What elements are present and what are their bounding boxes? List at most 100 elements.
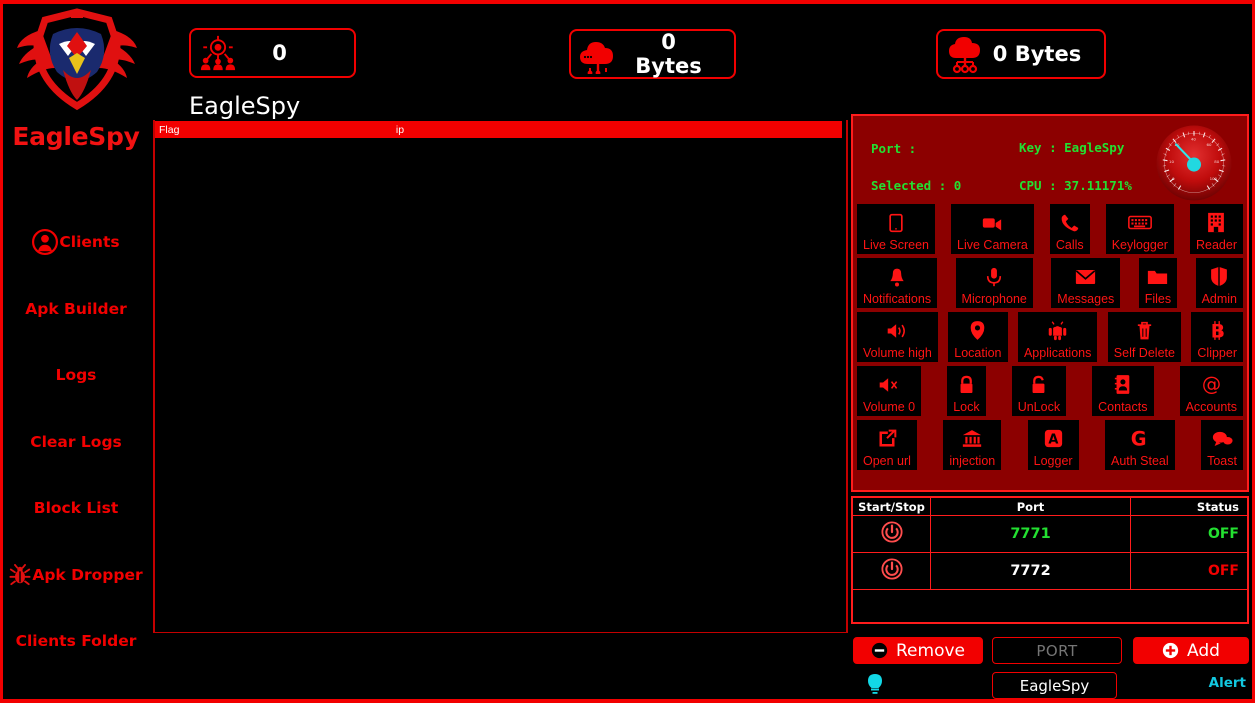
add-label: Add: [1187, 640, 1220, 661]
action-unlock[interactable]: UnLock: [1011, 366, 1067, 416]
bug-icon: [9, 563, 31, 586]
user-circle-icon: [32, 229, 59, 256]
svg-text:40: 40: [1191, 136, 1196, 141]
action-toast[interactable]: Toast: [1201, 420, 1243, 470]
sidebar-item-block-list[interactable]: Block List: [3, 475, 149, 542]
trash-icon: [1136, 315, 1153, 346]
sidebar-item-label: Clients Folder: [15, 632, 137, 651]
port-table-header: Start/Stop Port Status: [853, 498, 1247, 516]
action-applications[interactable]: Applications: [1017, 312, 1098, 362]
client-name-input[interactable]: [992, 672, 1117, 699]
volume-mute-icon: [878, 369, 900, 400]
android-icon: [1047, 315, 1068, 346]
action-contacts[interactable]: Contacts: [1092, 366, 1154, 416]
action-label: Open url: [863, 454, 911, 468]
action-reader[interactable]: Reader: [1189, 204, 1243, 254]
action-self-delete[interactable]: Self Delete: [1107, 312, 1181, 362]
action-label: Live Camera: [957, 238, 1028, 252]
logger-a-icon: A: [1044, 423, 1063, 454]
table-row[interactable]: 7772 OFF: [853, 553, 1247, 590]
bitcoin-icon: B: [1209, 315, 1226, 346]
action-auth-steal[interactable]: G Auth Steal: [1104, 420, 1175, 470]
google-g-icon: G: [1129, 423, 1150, 454]
shield-icon: [1210, 261, 1228, 292]
sidebar-item-apk-dropper[interactable]: Apk Dropper: [3, 542, 149, 609]
action-open-url[interactable]: Open url: [857, 420, 917, 470]
action-label: Messages: [1057, 292, 1115, 306]
port-power-toggle[interactable]: [853, 553, 931, 589]
action-microphone[interactable]: Microphone: [955, 258, 1033, 308]
cloud-upload-icon: [938, 34, 992, 74]
action-keylogger[interactable]: Keylogger: [1105, 204, 1174, 254]
action-location[interactable]: Location: [948, 312, 1008, 362]
sidebar-item-support[interactable]: Support: [3, 675, 149, 703]
phone-icon: [1060, 207, 1080, 238]
map-pin-icon: [969, 315, 986, 346]
sidebar-item-apk-builder[interactable]: Apk Builder: [3, 276, 149, 343]
envelope-icon: [1075, 261, 1096, 292]
action-messages[interactable]: Messages: [1051, 258, 1121, 308]
action-label: Self Delete: [1113, 346, 1175, 360]
action-label: Volume 0: [863, 400, 916, 414]
action-label: Logger: [1033, 454, 1073, 468]
brand-title: EagleSpy: [12, 122, 140, 151]
page-title: EagleSpy: [189, 92, 301, 120]
sidebar-item-clients-folder[interactable]: Clients Folder: [3, 608, 149, 675]
stat-value: 0: [272, 41, 287, 65]
action-row-1: Live Screen Live Camera Calls Keylogger …: [857, 204, 1243, 254]
panel-key-label: Key : EagleSpy: [1019, 140, 1125, 155]
status-badge: OFF: [1207, 526, 1239, 542]
action-accounts[interactable]: @ Accounts: [1179, 366, 1243, 416]
action-row-5: Open url injection A Logger G Auth Steal…: [857, 420, 1243, 470]
action-label: Lock: [953, 400, 980, 414]
sidebar-item-label: Support: [41, 699, 111, 703]
action-label: Toast: [1207, 454, 1237, 468]
alert-link[interactable]: Alert: [1209, 675, 1246, 691]
sidebar-nav: Clients Apk Builder Logs Clear Logs Bloc…: [3, 209, 149, 703]
eaglespy-window: EagleSpy Clients Apk Builder Logs Clear …: [0, 0, 1255, 703]
lightbulb-icon[interactable]: [864, 673, 886, 697]
column-header-ip: ip: [395, 123, 405, 136]
sidebar-item-clear-logs[interactable]: Clear Logs: [3, 409, 149, 476]
svg-text:100: 100: [1210, 176, 1218, 181]
svg-text:B: B: [1210, 321, 1224, 341]
sidebar-item-label: Block List: [33, 499, 119, 518]
remove-button[interactable]: Remove: [853, 637, 983, 664]
minus-circle-icon: [871, 642, 888, 659]
action-volume-zero[interactable]: Volume 0: [857, 366, 922, 416]
volume-high-icon: [886, 315, 908, 346]
action-admin[interactable]: Admin: [1195, 258, 1243, 308]
sidebar-item-logs[interactable]: Logs: [3, 342, 149, 409]
port-power-toggle[interactable]: [853, 516, 931, 552]
add-button[interactable]: Add: [1133, 637, 1249, 664]
action-files[interactable]: Files: [1138, 258, 1178, 308]
lock-icon: [958, 369, 975, 400]
action-row-2: Notifications Microphone Messages Files …: [857, 258, 1243, 308]
panel-selected-label: Selected : 0: [871, 178, 962, 193]
action-notifications[interactable]: Notifications: [857, 258, 938, 308]
sidebar-item-clients[interactable]: Clients: [3, 209, 149, 276]
panel-cpu-label: CPU : 37.11171%: [1019, 178, 1132, 193]
bell-icon: [887, 261, 907, 292]
action-calls[interactable]: Calls: [1049, 204, 1090, 254]
table-row[interactable]: 7771 OFF: [853, 516, 1247, 553]
action-injection[interactable]: injection: [943, 420, 1002, 470]
external-link-icon: [877, 423, 897, 454]
video-camera-icon: [981, 207, 1003, 238]
building-icon: [1206, 207, 1226, 238]
panel-info: Port : Key : EagleSpy Selected : 0 CPU :…: [853, 116, 1247, 204]
port-input[interactable]: [992, 637, 1122, 664]
action-label: Microphone: [961, 292, 1027, 306]
action-volume-high[interactable]: Volume high: [857, 312, 938, 362]
microphone-icon: [984, 261, 1004, 292]
action-logger[interactable]: A Logger: [1027, 420, 1079, 470]
content-bottom-divider: [153, 632, 848, 633]
action-label: UnLock: [1017, 400, 1061, 414]
action-lock[interactable]: Lock: [947, 366, 986, 416]
svg-text:@: @: [1202, 374, 1221, 395]
sidebar-item-label: Apk Builder: [25, 299, 127, 318]
action-clipper[interactable]: B Clipper: [1191, 312, 1243, 362]
action-live-screen[interactable]: Live Screen: [857, 204, 936, 254]
action-live-camera[interactable]: Live Camera: [951, 204, 1034, 254]
action-label: Live Screen: [863, 238, 930, 252]
